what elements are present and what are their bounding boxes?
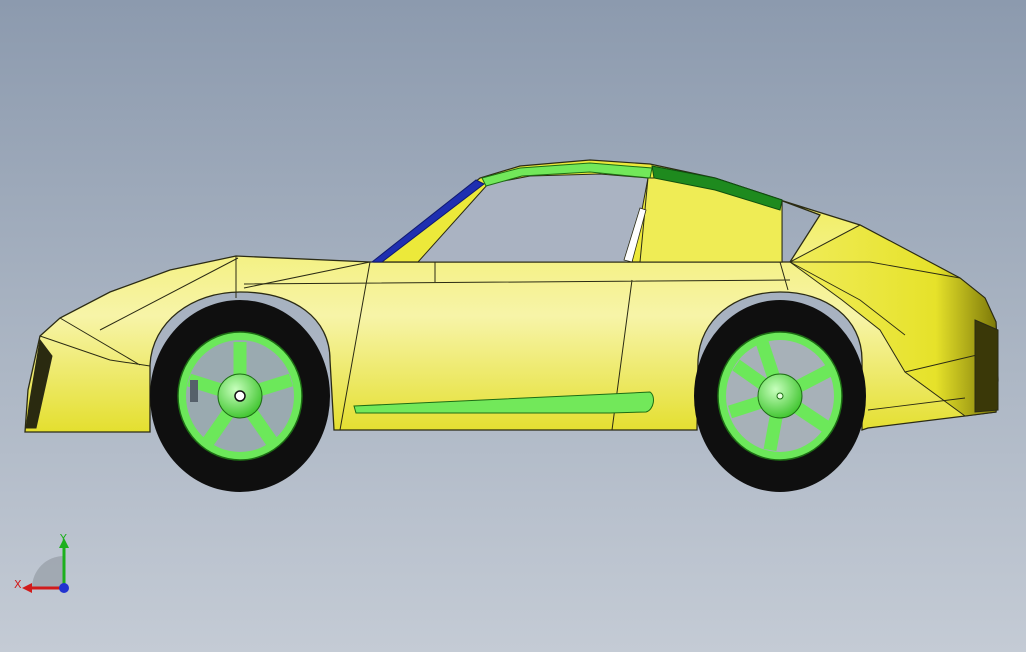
- b-pillar: [639, 177, 783, 263]
- brake-caliper: [190, 380, 198, 402]
- model-scene[interactable]: [0, 0, 1026, 652]
- rear-wheel[interactable]: [694, 300, 866, 492]
- rear-lamp: [974, 319, 999, 413]
- x-axis-label: X: [14, 578, 22, 591]
- coordinate-triad: Y X: [14, 532, 69, 593]
- front-wheel[interactable]: [150, 300, 330, 492]
- triad-plane: [32, 556, 64, 588]
- y-axis-label: Y: [59, 532, 67, 545]
- z-axis-dot: [59, 583, 69, 593]
- graphics-viewport[interactable]: Y X: [0, 0, 1026, 652]
